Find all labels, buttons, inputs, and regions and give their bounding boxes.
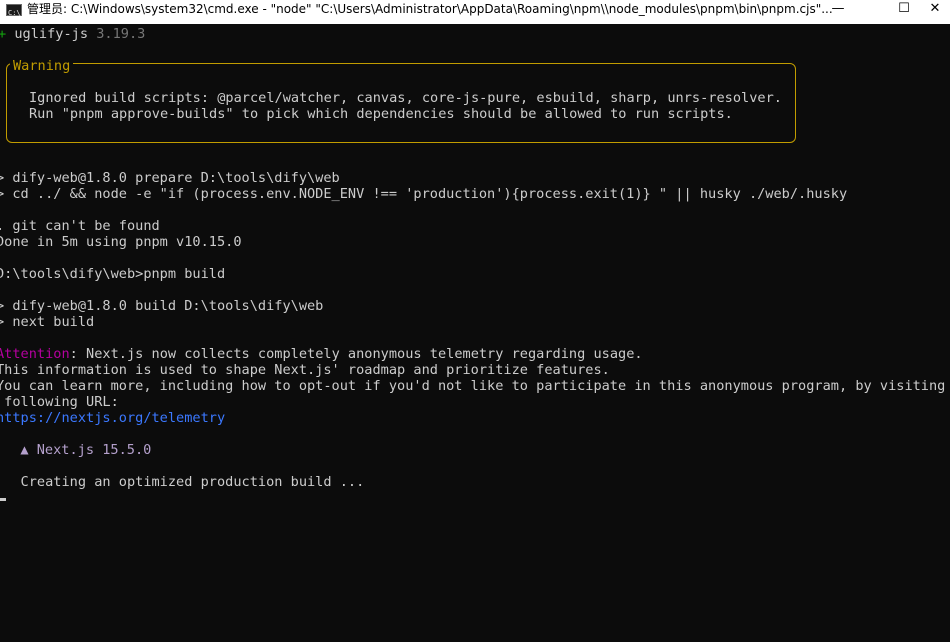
pkg-version: 3.19.3 <box>88 26 146 42</box>
attention-line: Attention: Next.js now collects complete… <box>0 346 643 362</box>
cmd-app-icon[interactable]: C:\ <box>6 4 22 17</box>
warning-title: Warning <box>10 58 74 74</box>
git-message: . git can't be found <box>0 218 160 234</box>
warning-line-2: Run "pnpm approve-builds" to pick which … <box>29 106 733 122</box>
prompt-command: D:\tools\dify\web>pnpm build <box>0 266 226 282</box>
maximize-button[interactable]: ☐ <box>884 0 924 18</box>
build-line-1: > dify-web@1.8.0 build D:\tools\dify\web <box>0 298 324 314</box>
terminal-output[interactable]: + uglify-js 3.19.3 Warning Ignored build… <box>0 24 950 642</box>
build-line-2: > next build <box>0 314 95 330</box>
prepare-line-1: > dify-web@1.8.0 prepare D:\tools\dify\w… <box>0 170 340 186</box>
telemetry-url[interactable]: https://nextjs.org/telemetry <box>0 410 225 426</box>
uglify-line: + uglify-js 3.19.3 <box>0 26 145 42</box>
window-titlebar: C:\ 管理员: C:\Windows\system32\cmd.exe - "… <box>0 0 950 24</box>
creating-build-line: Creating an optimized production build .… <box>0 474 365 490</box>
cmd-app-icon-label: C:\ <box>8 9 21 17</box>
pkg-prefix: + <box>0 26 7 42</box>
prepare-line-2: > cd ../ && node -e "if (process.env.NOD… <box>0 186 848 202</box>
info-line-2: You can learn more, including how to opt… <box>0 378 950 394</box>
window-title: 管理员: C:\Windows\system32\cmd.exe - "node… <box>27 2 833 16</box>
warning-line-1: Ignored build scripts: @parcel/watcher, … <box>29 90 782 106</box>
pkg-name: uglify-js <box>14 26 89 42</box>
info-line-3: following URL: <box>0 394 119 410</box>
attention-text: : Next.js now collects completely anonym… <box>69 346 643 362</box>
minimize-button[interactable]: — <box>818 0 858 18</box>
nextjs-banner: ▲ Next.js 15.5.0 <box>4 442 152 458</box>
close-button[interactable]: ✕ <box>920 0 950 18</box>
text-cursor <box>0 498 6 501</box>
done-message: Done in 5m using pnpm v10.15.0 <box>0 234 242 250</box>
attention-label: Attention <box>0 346 70 362</box>
info-line-1: This information is used to shape Next.j… <box>0 362 610 378</box>
